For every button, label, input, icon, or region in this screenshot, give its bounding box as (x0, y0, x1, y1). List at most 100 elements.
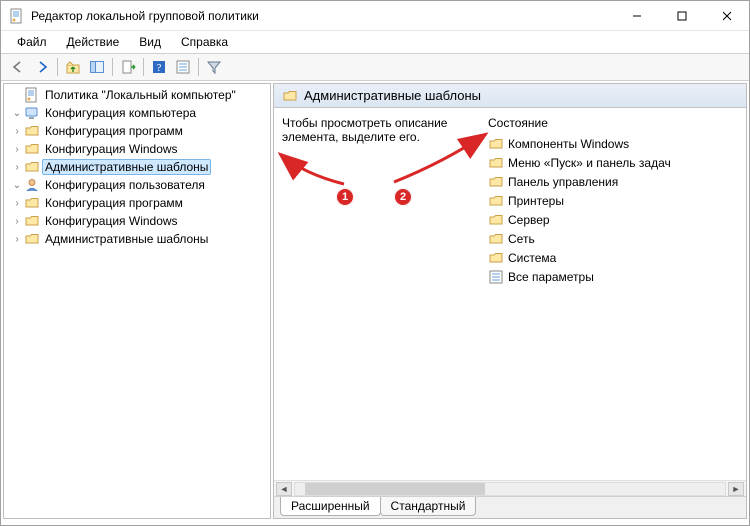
up-folder-button[interactable] (62, 56, 84, 78)
details-list[interactable]: Компоненты Windows Меню «Пуск» и панель … (488, 135, 738, 286)
folder-icon (488, 212, 504, 228)
tree-label: Конфигурация Windows (42, 141, 181, 157)
expand-icon[interactable]: › (10, 234, 24, 245)
properties-button[interactable] (172, 56, 194, 78)
help-button[interactable]: ? (148, 56, 170, 78)
details-pane: Административные шаблоны Чтобы просмотре… (273, 83, 747, 519)
details-body: Чтобы просмотреть описание элемента, выд… (274, 108, 746, 480)
bottom-tabs: Расширенный Стандартный (274, 496, 746, 518)
collapse-icon[interactable]: ⌄ (10, 108, 24, 119)
list-item-label: Все параметры (508, 270, 594, 284)
folder-icon (488, 155, 504, 171)
toolbar-separator (143, 58, 144, 76)
scroll-track[interactable] (294, 482, 726, 496)
export-button[interactable] (117, 56, 139, 78)
tree-label: Политика "Локальный компьютер" (42, 87, 239, 103)
list-item-label: Сеть (508, 232, 535, 246)
svg-text:?: ? (157, 62, 162, 74)
folder-icon (282, 88, 298, 104)
folder-icon (24, 231, 40, 247)
folder-icon (488, 193, 504, 209)
app-icon (9, 8, 25, 24)
folder-icon (24, 159, 40, 175)
list-item[interactable]: Все параметры (488, 268, 738, 286)
tree-pane[interactable]: Политика "Локальный компьютер" ⌄ Конфигу… (3, 83, 271, 519)
folder-icon (488, 250, 504, 266)
list-item-label: Принтеры (508, 194, 564, 208)
tree-label: Конфигурация программ (42, 123, 186, 139)
show-hide-tree-button[interactable] (86, 56, 108, 78)
settings-icon (488, 269, 504, 285)
details-header: Административные шаблоны (274, 84, 746, 108)
main-area: Политика "Локальный компьютер" ⌄ Конфигу… (1, 81, 749, 521)
list-item[interactable]: Компоненты Windows (488, 135, 738, 153)
list-item[interactable]: Меню «Пуск» и панель задач (488, 154, 738, 172)
expand-icon[interactable]: › (10, 144, 24, 155)
tree-label: Конфигурация программ (42, 195, 186, 211)
scroll-thumb[interactable] (305, 483, 485, 495)
menu-file[interactable]: Файл (7, 33, 57, 51)
tree-item[interactable]: › Административные шаблоны (8, 230, 270, 248)
description-text: Чтобы просмотреть описание элемента, выд… (282, 116, 472, 472)
toolbar-separator (112, 58, 113, 76)
annotation-badge-1: 1 (336, 188, 354, 206)
expand-icon[interactable]: › (10, 216, 24, 227)
list-item[interactable]: Система (488, 249, 738, 267)
scroll-right-button[interactable]: ► (728, 482, 744, 496)
list-item-label: Компоненты Windows (508, 137, 629, 151)
toolbar: ? (1, 53, 749, 81)
back-button[interactable] (7, 56, 29, 78)
list-item-label: Сервер (508, 213, 550, 227)
close-button[interactable] (704, 1, 749, 31)
tab-standard[interactable]: Стандартный (380, 497, 477, 516)
toolbar-separator (57, 58, 58, 76)
folder-icon (488, 174, 504, 190)
policy-icon (24, 87, 40, 103)
computer-icon (24, 105, 40, 121)
folder-icon (24, 141, 40, 157)
expand-icon[interactable]: › (10, 162, 24, 173)
tree-item[interactable]: › Конфигурация программ (8, 122, 270, 140)
list-item[interactable]: Сеть (488, 230, 738, 248)
menubar: Файл Действие Вид Справка (1, 31, 749, 53)
tree-item[interactable]: › Конфигурация программ (8, 194, 270, 212)
tree-label: Конфигурация Windows (42, 213, 181, 229)
menu-view[interactable]: Вид (129, 33, 171, 51)
minimize-button[interactable] (614, 1, 659, 31)
tree-item[interactable]: › Конфигурация Windows (8, 212, 270, 230)
tree-item-selected[interactable]: › Административные шаблоны (8, 158, 270, 176)
expand-icon[interactable]: › (10, 126, 24, 137)
list-item-label: Меню «Пуск» и панель задач (508, 156, 671, 170)
details-list-column: Состояние Компоненты Windows Меню «Пуск»… (488, 116, 738, 472)
menu-action[interactable]: Действие (57, 33, 130, 51)
list-item[interactable]: Панель управления (488, 173, 738, 191)
list-item[interactable]: Принтеры (488, 192, 738, 210)
folder-icon (24, 213, 40, 229)
folder-icon (488, 136, 504, 152)
folder-icon (24, 123, 40, 139)
horizontal-scrollbar[interactable]: ◄ ► (274, 480, 746, 496)
toolbar-separator (198, 58, 199, 76)
user-icon (24, 177, 40, 193)
collapse-icon[interactable]: ⌄ (10, 180, 24, 191)
tree-root[interactable]: Политика "Локальный компьютер" (8, 86, 270, 104)
menu-help[interactable]: Справка (171, 33, 238, 51)
maximize-button[interactable] (659, 1, 704, 31)
list-item-label: Панель управления (508, 175, 618, 189)
filter-button[interactable] (203, 56, 225, 78)
tree-label: Конфигурация компьютера (42, 105, 199, 121)
folder-icon (488, 231, 504, 247)
tree-item[interactable]: › Конфигурация Windows (8, 140, 270, 158)
tree-user-config[interactable]: ⌄ Конфигурация пользователя (8, 176, 270, 194)
column-header-state[interactable]: Состояние (488, 116, 738, 131)
scroll-left-button[interactable]: ◄ (276, 482, 292, 496)
tree-computer-config[interactable]: ⌄ Конфигурация компьютера (8, 104, 270, 122)
expand-icon[interactable]: › (10, 198, 24, 209)
tree-label: Конфигурация пользователя (42, 177, 208, 193)
list-item-label: Система (508, 251, 556, 265)
tab-extended[interactable]: Расширенный (280, 497, 381, 516)
list-item[interactable]: Сервер (488, 211, 738, 229)
forward-button[interactable] (31, 56, 53, 78)
tree-label: Административные шаблоны (42, 159, 211, 175)
annotation-badge-2: 2 (394, 188, 412, 206)
